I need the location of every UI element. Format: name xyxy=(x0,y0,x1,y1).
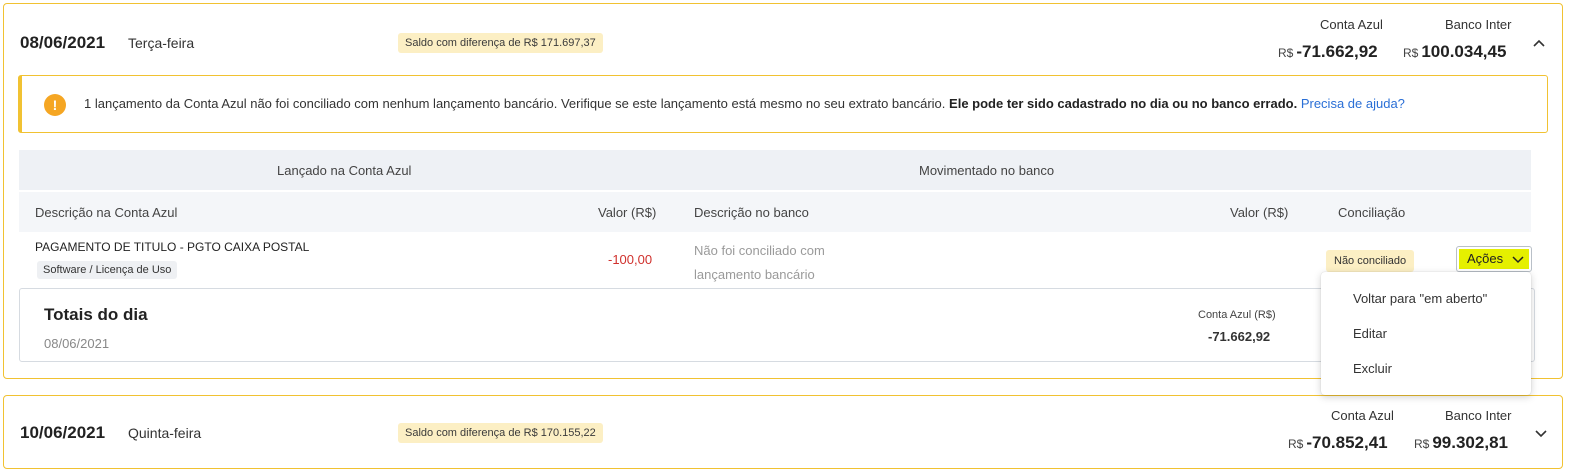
bank-balance: R$ 99.302,81 xyxy=(1414,433,1508,452)
bank-label: Banco Inter xyxy=(1445,408,1512,423)
balance-difference-badge: Saldo com diferença de R$ 170.155,22 xyxy=(398,423,603,443)
day-date: 08/06/2021 xyxy=(20,33,106,52)
col-description-conta-azul: Descrição na Conta Azul xyxy=(35,205,178,220)
actions-button[interactable]: Ações xyxy=(1456,246,1532,272)
bank-balance: R$ 100.034,45 xyxy=(1403,42,1507,61)
col-value-bank: Valor (R$) xyxy=(1230,205,1289,220)
menu-item-reopen[interactable]: Voltar para "em aberto" xyxy=(1353,291,1487,306)
col-value-conta-azul: Valor (R$) xyxy=(598,205,657,220)
conta-azul-label: Conta Azul xyxy=(1320,17,1383,32)
unreconciled-alert: ! 1 lançamento da Conta Azul não foi con… xyxy=(18,75,1548,133)
group-header-conta-azul: Lançado na Conta Azul xyxy=(277,163,412,178)
chevron-down-icon xyxy=(1512,256,1524,264)
day-date: 10/06/2021 xyxy=(20,423,106,442)
bank-description: Não foi conciliado com lançamento bancár… xyxy=(694,243,825,282)
menu-item-delete[interactable]: Excluir xyxy=(1353,361,1392,376)
menu-item-edit[interactable]: Editar xyxy=(1353,326,1387,341)
day-weekday: Terça-feira xyxy=(128,35,195,51)
col-description-bank: Descrição no banco xyxy=(694,205,809,220)
totals-conta-azul-label: Conta Azul (R$) xyxy=(1198,309,1276,321)
help-link[interactable]: Precisa de ajuda? xyxy=(1301,96,1405,111)
chevron-up-icon[interactable] xyxy=(1532,36,1546,50)
totals-date: 08/06/2021 xyxy=(44,336,110,351)
table-column-header: Descrição na Conta Azul Valor (R$) Descr… xyxy=(19,192,1531,232)
conta-azul-label: Conta Azul xyxy=(1331,408,1394,423)
bank-label: Banco Inter xyxy=(1445,17,1512,32)
category-tag: Software / Licença de Uso xyxy=(37,261,178,279)
warning-icon: ! xyxy=(44,94,66,116)
entry-description: PAGAMENTO DE TITULO - PGTO CAIXA POSTAL xyxy=(35,240,310,254)
actions-menu: Voltar para "em aberto" Editar Excluir xyxy=(1321,272,1531,395)
group-header-bank: Movimentado no banco xyxy=(919,163,1055,178)
status-badge: Não conciliado xyxy=(1326,250,1415,272)
totals-title: Totais do dia xyxy=(44,305,148,324)
day-card: 10/06/2021 Quinta-feira Saldo com difere… xyxy=(3,395,1563,469)
conta-azul-balance: R$ -70.852,41 xyxy=(1288,433,1388,452)
col-reconciliation: Conciliação xyxy=(1338,205,1406,220)
conta-azul-balance: R$ -71.662,92 xyxy=(1278,42,1378,61)
chevron-down-icon[interactable] xyxy=(1534,427,1548,441)
totals-conta-azul-value: -71.662,92 xyxy=(1208,329,1271,344)
day-weekday: Quinta-feira xyxy=(128,425,202,441)
alert-message: 1 lançamento da Conta Azul não foi conci… xyxy=(84,96,1405,111)
entry-value: -100,00 xyxy=(608,252,653,267)
day-totals: Totais do dia 08/06/2021 Conta Azul (R$)… xyxy=(19,288,1535,362)
balance-difference-badge: Saldo com diferença de R$ 171.697,37 xyxy=(398,33,603,53)
table-group-header: Lançado na Conta Azul Movimentado no ban… xyxy=(19,150,1531,190)
